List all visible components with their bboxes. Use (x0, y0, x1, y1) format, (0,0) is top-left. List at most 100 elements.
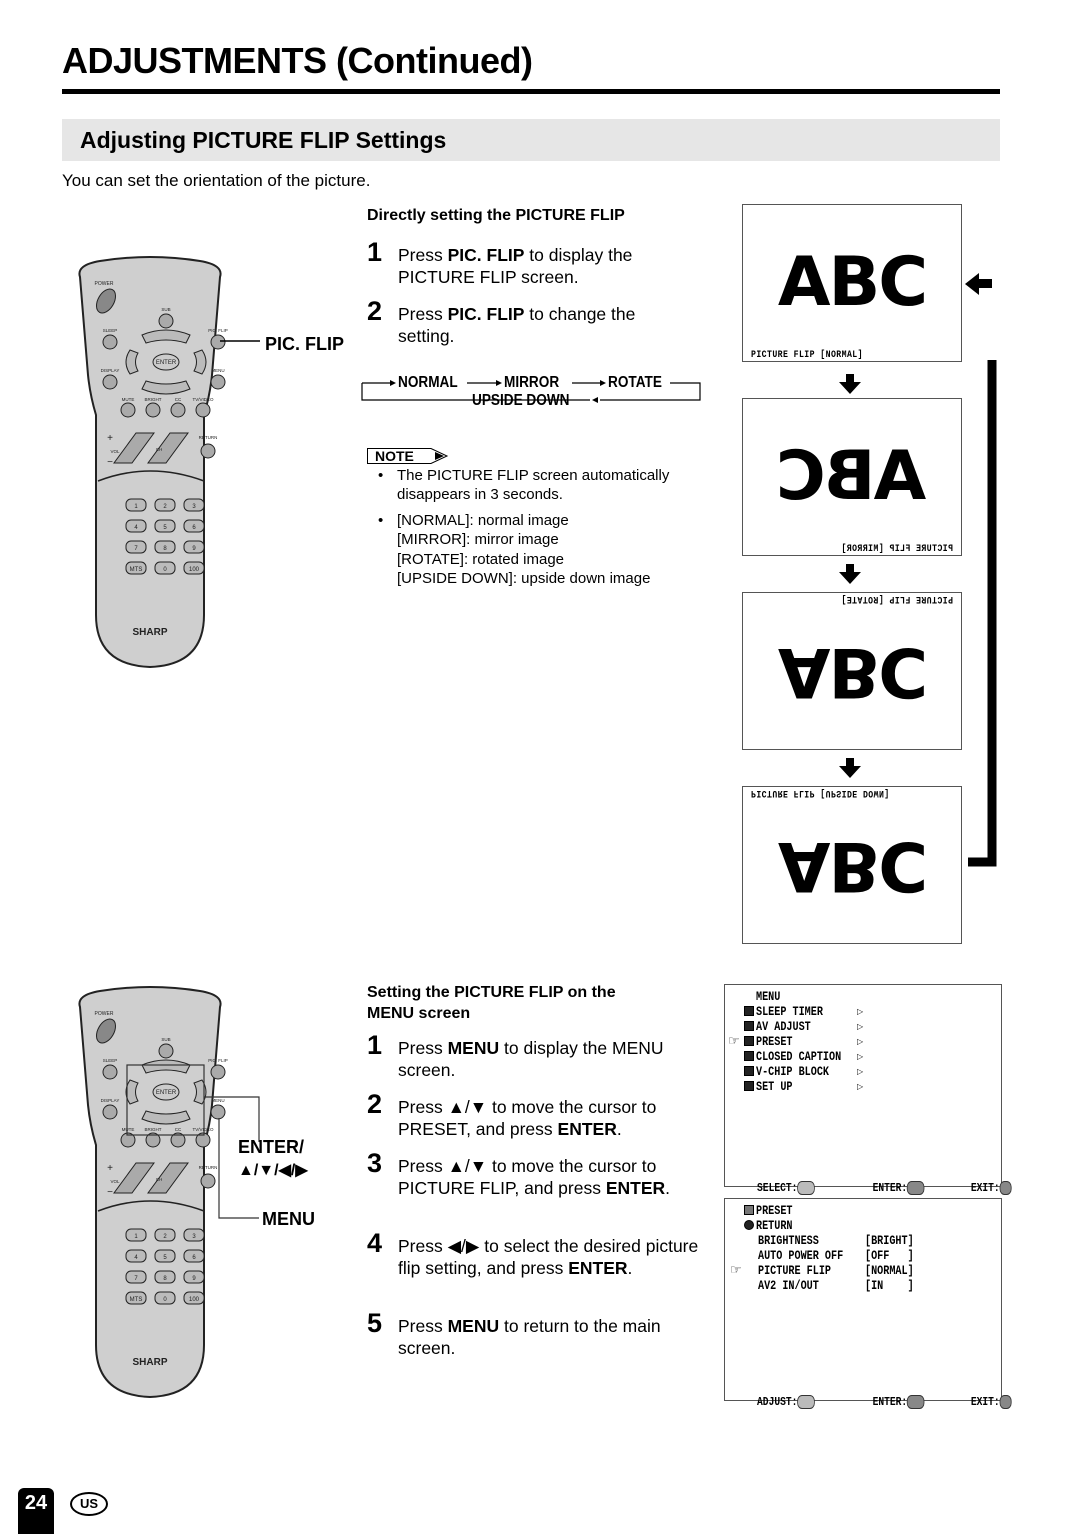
sleep-button (102, 1064, 118, 1080)
setup-icon (744, 1081, 754, 1091)
sub-button (158, 313, 174, 329)
region-badge: US (70, 1492, 108, 1516)
menu-item[interactable]: PRESET (756, 1034, 793, 1049)
preset-footer: ADJUST: ENTER: EXIT: (734, 1381, 1012, 1423)
sub-button (158, 1043, 174, 1059)
menu-screen: MENU SLEEP TIMER ▷ AV ADJUST ▷ PRESET ▷ ☞ CLOSE… (724, 984, 1012, 1195)
bright-button-label: BRIGHT (144, 397, 161, 402)
return-item[interactable]: RETURN (756, 1218, 793, 1233)
vol-label: VOL (110, 1179, 120, 1184)
display-button-label: DISPLAY (101, 1098, 120, 1103)
tv-video-button-label: TV/VIDEO (192, 397, 214, 402)
arrows-label: ▲/▼/◀/▶ (238, 1162, 308, 1179)
menu-button (210, 374, 226, 390)
pointer-hand-icon: ☞ (730, 1262, 742, 1277)
submenu-arrow-icon: ▷ (857, 1037, 864, 1046)
preset-screen: PRESET RETURN BRIGHTNESS [BRIGHT] AUTO POW… (724, 1198, 1012, 1409)
menu-button-icon (999, 1181, 1012, 1195)
down-arrow-icon (839, 758, 861, 778)
vol-label: VOL (110, 449, 120, 454)
dpad-icon (797, 1395, 815, 1409)
enter-label: ENTER (156, 360, 177, 366)
menu-button-label: MENU (211, 368, 224, 373)
enter-label: ENTER/ (238, 1137, 305, 1157)
cc-button (170, 402, 186, 418)
preset-row-value[interactable]: [BRIGHT] (865, 1233, 914, 1248)
remote-control-top: POWERSUBSLEEP PIC. FLIPENTERDISPLAY MENUMU… (78, 256, 228, 669)
sharp-logo: SHARP (132, 627, 167, 638)
power-label: POWER (95, 1011, 114, 1017)
page-number: 24 (18, 1488, 54, 1534)
preset-row-label[interactable]: PICTURE FLIP (758, 1263, 831, 1278)
keypad-label-MTS: MTS (130, 567, 143, 573)
power-label: POWER (95, 281, 114, 287)
menu-item[interactable]: V-CHIP BLOCK (756, 1064, 829, 1079)
sleep-button-label: SLEEP (103, 328, 118, 333)
preset-row-value[interactable]: [OFF ] (865, 1248, 914, 1263)
preset-row-label[interactable]: BRIGHTNESS (758, 1233, 819, 1248)
return-icon (744, 1220, 754, 1230)
bright-button (145, 402, 161, 418)
keypad-label-MTS: MTS (130, 1297, 143, 1303)
return-button (200, 443, 216, 459)
menu-item[interactable]: AV ADJUST (756, 1019, 811, 1034)
vol-plus: + (107, 1163, 113, 1174)
mute-button (120, 402, 136, 418)
preset-row-label[interactable]: AUTO POWER OFF (758, 1248, 843, 1263)
ch-label: CH (156, 447, 163, 452)
flow-normal: NORMAL (398, 374, 458, 391)
note-label: NOTE (375, 448, 414, 464)
submenu-arrow-icon: ▷ (857, 1082, 864, 1091)
pointer-hand-icon: ☞ (728, 1033, 740, 1048)
return-button-label: RETURN (199, 435, 218, 440)
submenu-arrow-icon: ▷ (857, 1007, 864, 1016)
lock-icon (744, 1066, 754, 1076)
tv-video-button (195, 402, 211, 418)
menu-item[interactable]: SLEEP TIMER (756, 1004, 823, 1019)
display-button-label: DISPLAY (101, 368, 120, 373)
menu-heading: Setting the PICTURE FLIP on the MENU scr… (367, 984, 616, 1022)
menu-button-icon (999, 1395, 1012, 1409)
mute-button-label: MUTE (122, 397, 135, 402)
enter-button-icon (907, 1181, 925, 1195)
dpad-icon (797, 1181, 815, 1195)
menu-screen-title: MENU (756, 989, 781, 1004)
display-button (102, 1104, 118, 1120)
screen-flow-arrows (839, 360, 997, 867)
menu-item[interactable]: CLOSED CAPTION (756, 1049, 841, 1064)
preset-icon (744, 1205, 754, 1215)
intro-text: You can set the orientation of the pictu… (62, 171, 371, 190)
title-rule (62, 89, 1000, 94)
av-adjust-icon (744, 1021, 754, 1031)
screen-normal: ABC PICTURE FLIP [NORMAL] (742, 204, 962, 362)
vol-minus: − (107, 457, 113, 468)
clock-icon (744, 1006, 754, 1016)
preset-row-value[interactable]: [IN ] (865, 1278, 914, 1293)
menu-item[interactable]: SET UP (756, 1079, 793, 1094)
sharp-logo: SHARP (132, 1357, 167, 1368)
preset-row-label[interactable]: AV2 IN/OUT (758, 1278, 819, 1293)
keypad-label-100: 100 (189, 1297, 200, 1303)
keypad-label-100: 100 (189, 567, 200, 573)
submenu-arrow-icon: ▷ (857, 1067, 864, 1076)
vol-minus: − (107, 1187, 113, 1198)
cc-button-label: CC (175, 397, 182, 402)
pic-flip-callout-line (220, 340, 260, 342)
preset-title: PRESET (756, 1203, 793, 1218)
preset-row-value[interactable]: [NORMAL] (865, 1263, 914, 1278)
preset-icon (744, 1036, 754, 1046)
page-title: ADJUSTMENTS (Continued) (62, 40, 533, 81)
vol-plus: + (107, 433, 113, 444)
section-title: Adjusting PICTURE FLIP Settings (80, 127, 447, 153)
flow-upside-down: UPSIDE DOWN (472, 392, 570, 409)
enter-button-icon (907, 1395, 925, 1409)
sub-button-label: SUB (161, 307, 170, 312)
submenu-arrow-icon: ▷ (857, 1022, 864, 1031)
flow-rotate: ROTATE (608, 374, 662, 391)
loop-arrow-head-icon (965, 273, 992, 295)
cc-icon (744, 1051, 754, 1061)
direct-heading: Directly setting the PICTURE FLIP (367, 207, 625, 224)
sleep-button-label: SLEEP (103, 1058, 118, 1063)
down-arrow-icon (839, 374, 861, 394)
down-arrow-icon (839, 564, 861, 584)
